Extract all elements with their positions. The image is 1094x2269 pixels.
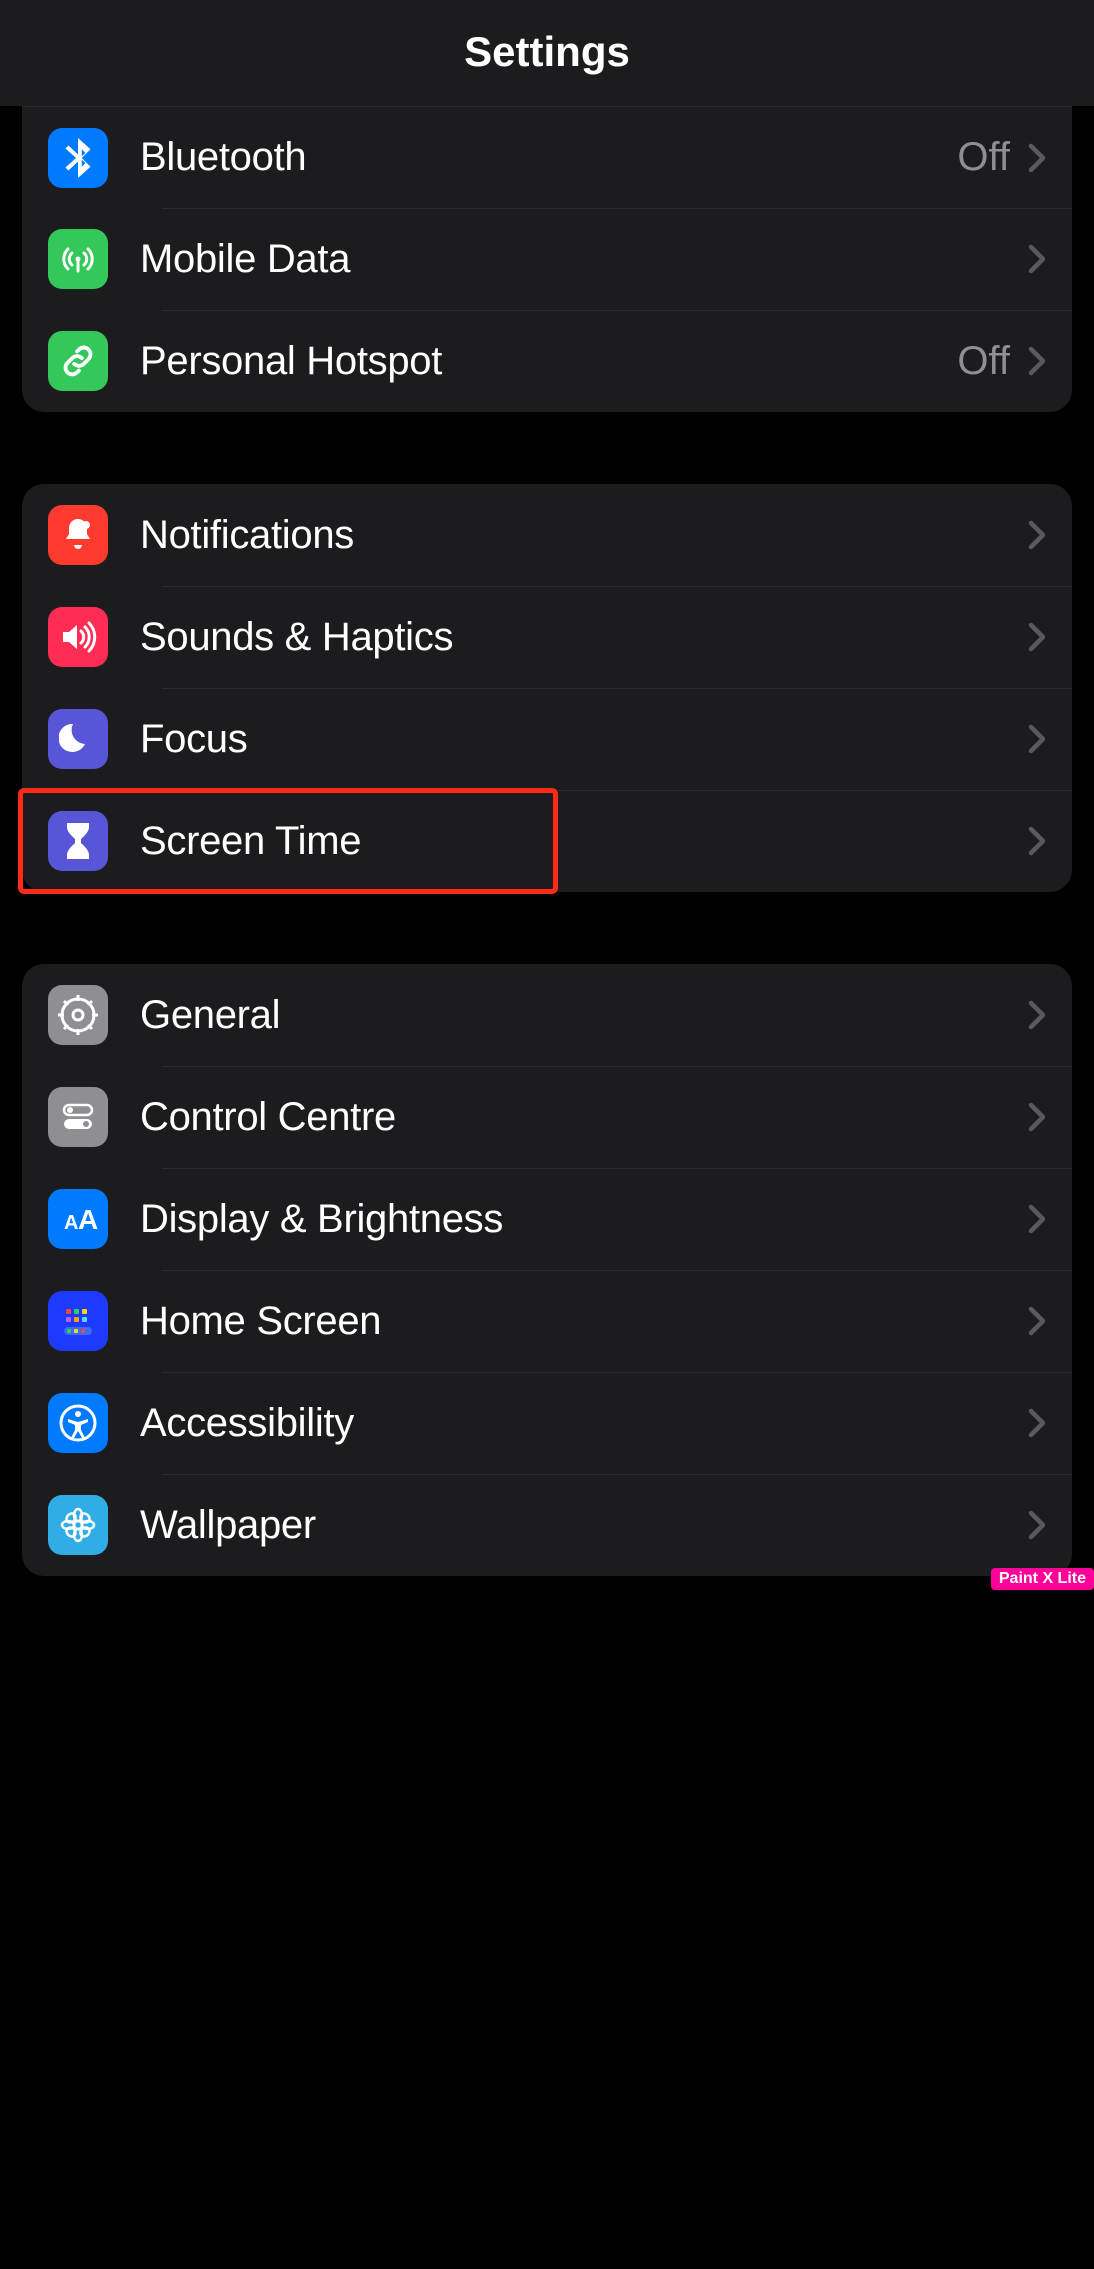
page-title: Settings: [0, 28, 1094, 76]
row-label: General: [140, 993, 1028, 1038]
chevron-right-icon: [1028, 826, 1046, 856]
row-wallpaper[interactable]: Wallpaper: [22, 1474, 1072, 1576]
settings-group-connectivity: Bluetooth Off Mobile Data Personal Hotsp…: [22, 106, 1072, 412]
hourglass-icon: [48, 811, 108, 871]
chevron-right-icon: [1028, 1000, 1046, 1030]
row-value: Off: [957, 135, 1010, 180]
appgrid-icon: [48, 1291, 108, 1351]
svg-text:A: A: [64, 1212, 78, 1234]
chevron-right-icon: [1028, 622, 1046, 652]
row-label: Screen Time: [140, 819, 1028, 864]
chevron-right-icon: [1028, 724, 1046, 754]
row-value: Off: [957, 339, 1010, 384]
chevron-right-icon: [1028, 1306, 1046, 1336]
chevron-right-icon: [1028, 1102, 1046, 1132]
textsize-icon: AA: [48, 1189, 108, 1249]
row-label: Focus: [140, 717, 1028, 762]
row-focus[interactable]: Focus: [22, 688, 1072, 790]
row-label: Sounds & Haptics: [140, 615, 1028, 660]
row-personal-hotspot[interactable]: Personal Hotspot Off: [22, 310, 1072, 412]
accessibility-icon: [48, 1393, 108, 1453]
chevron-right-icon: [1028, 520, 1046, 550]
bluetooth-icon: [48, 128, 108, 188]
row-label: Home Screen: [140, 1299, 1028, 1344]
gear-icon: [48, 985, 108, 1045]
row-bluetooth[interactable]: Bluetooth Off: [22, 106, 1072, 208]
antenna-icon: [48, 229, 108, 289]
settings-group-system: General Control Centre AA Display & Brig…: [22, 964, 1072, 1576]
row-accessibility[interactable]: Accessibility: [22, 1372, 1072, 1474]
row-label: Mobile Data: [140, 237, 1028, 282]
chevron-right-icon: [1028, 1408, 1046, 1438]
row-label: Personal Hotspot: [140, 339, 957, 384]
bell-icon: [48, 505, 108, 565]
header: Settings: [0, 0, 1094, 106]
chevron-right-icon: [1028, 346, 1046, 376]
link-icon: [48, 331, 108, 391]
row-label: Display & Brightness: [140, 1197, 1028, 1242]
row-label: Bluetooth: [140, 135, 957, 180]
moon-icon: [48, 709, 108, 769]
row-sounds-haptics[interactable]: Sounds & Haptics: [22, 586, 1072, 688]
watermark-badge: Paint X Lite: [991, 1568, 1094, 1590]
row-label: Accessibility: [140, 1401, 1028, 1446]
row-label: Notifications: [140, 513, 1028, 558]
flower-icon: [48, 1495, 108, 1555]
row-screen-time[interactable]: Screen Time: [22, 790, 1072, 892]
row-mobile-data[interactable]: Mobile Data: [22, 208, 1072, 310]
row-home-screen[interactable]: Home Screen: [22, 1270, 1072, 1372]
settings-group-attention: Notifications Sounds & Haptics Focus Scr…: [22, 484, 1072, 892]
row-notifications[interactable]: Notifications: [22, 484, 1072, 586]
chevron-right-icon: [1028, 244, 1046, 274]
row-label: Wallpaper: [140, 1503, 1028, 1548]
toggles-icon: [48, 1087, 108, 1147]
speaker-icon: [48, 607, 108, 667]
chevron-right-icon: [1028, 1204, 1046, 1234]
row-general[interactable]: General: [22, 964, 1072, 1066]
row-control-centre[interactable]: Control Centre: [22, 1066, 1072, 1168]
row-label: Control Centre: [140, 1095, 1028, 1140]
chevron-right-icon: [1028, 143, 1046, 173]
row-display-brightness[interactable]: AA Display & Brightness: [22, 1168, 1072, 1270]
svg-text:A: A: [78, 1204, 98, 1235]
chevron-right-icon: [1028, 1510, 1046, 1540]
